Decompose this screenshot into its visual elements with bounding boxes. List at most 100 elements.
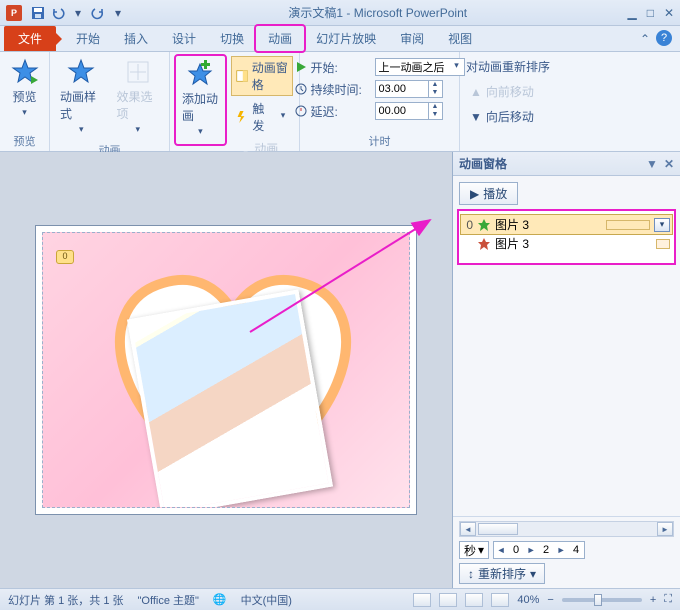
- delay-icon: [295, 105, 307, 117]
- minimize-button[interactable]: ▁: [627, 6, 636, 20]
- ribbon-tabs: 文件 开始 插入 设计 切换 动画 幻灯片放映 审阅 视图 ⌃ ?: [0, 26, 680, 52]
- animation-pane-button[interactable]: 动画窗格: [231, 56, 293, 96]
- reorder-label: 重新排序: [478, 565, 526, 582]
- stepper-val-4: 4: [568, 544, 584, 556]
- anim-item-menu-icon[interactable]: ▾: [654, 218, 670, 232]
- stepper-right-icon[interactable]: ►: [524, 545, 538, 555]
- animation-item[interactable]: 图片 3: [461, 234, 672, 253]
- effect-options-icon: [124, 58, 152, 86]
- delay-label: 延迟:: [311, 103, 371, 120]
- animation-badge[interactable]: 0: [56, 250, 74, 264]
- seconds-dropdown[interactable]: 秒 ▾: [459, 541, 489, 559]
- scroll-right-icon[interactable]: ►: [657, 522, 673, 536]
- tab-animations[interactable]: 动画: [256, 26, 304, 51]
- start-dropdown[interactable]: 上一动画之后 ▾: [375, 58, 465, 76]
- move-later-button[interactable]: ▼ 向后移动: [466, 106, 550, 127]
- play-button[interactable]: ▶ 播放: [459, 182, 518, 205]
- tab-file[interactable]: 文件: [4, 26, 56, 51]
- animation-item[interactable]: 0 图片 3 ▾: [461, 215, 672, 234]
- spin-down-icon[interactable]: ▼: [429, 111, 442, 119]
- stepper-left-icon[interactable]: ◄: [494, 545, 508, 555]
- animation-pane: 动画窗格 ▼ ✕ ▶ 播放 0 图片 3 ▾ 图片 3: [452, 152, 680, 588]
- view-slideshow-button[interactable]: [491, 593, 509, 607]
- scroll-left-icon[interactable]: ◄: [460, 522, 476, 536]
- move-earlier-label: 向前移动: [486, 83, 534, 100]
- status-zoom: 40%: [517, 594, 539, 606]
- slide[interactable]: 0: [36, 226, 416, 514]
- chevron-down-icon: ▾: [18, 107, 32, 121]
- play-icon: ▶: [470, 187, 479, 201]
- play-label: 播放: [483, 185, 507, 202]
- slide-image[interactable]: [127, 289, 333, 508]
- trigger-button[interactable]: 触发 ▾: [231, 98, 293, 136]
- spin-up-icon[interactable]: ▲: [429, 81, 442, 89]
- duration-value[interactable]: [376, 83, 428, 95]
- view-normal-button[interactable]: [413, 593, 431, 607]
- tab-design[interactable]: 设计: [160, 26, 208, 51]
- timeline-bar: [606, 220, 650, 230]
- play-icon: [295, 61, 307, 73]
- timeline-pos-stepper[interactable]: ◄ 0 ► 2 ► 4: [493, 541, 585, 559]
- timeline-bar: [656, 239, 670, 249]
- delay-value[interactable]: [376, 105, 428, 117]
- spin-down-icon[interactable]: ▼: [429, 89, 442, 97]
- qat-customize-icon[interactable]: ▾: [110, 5, 126, 21]
- animation-styles-button[interactable]: 动画样式 ▾: [56, 56, 107, 140]
- add-animation-button[interactable]: 添加动画 ▾: [178, 58, 223, 142]
- chevron-down-icon: ▾: [478, 543, 484, 557]
- animation-list: 0 图片 3 ▾ 图片 3: [459, 211, 674, 263]
- timeline-scrollbar[interactable]: ◄ ►: [459, 521, 674, 537]
- add-animation-label: 添加动画: [182, 90, 219, 124]
- redo-icon[interactable]: [90, 5, 106, 21]
- chevron-down-icon: ▾: [74, 124, 88, 138]
- zoom-in-icon[interactable]: +: [650, 594, 656, 606]
- tab-review[interactable]: 审阅: [388, 26, 436, 51]
- pane-title: 动画窗格: [459, 155, 507, 172]
- app-icon: P: [6, 5, 22, 21]
- tab-transitions[interactable]: 切换: [208, 26, 256, 51]
- undo-icon[interactable]: [50, 5, 66, 21]
- delay-input[interactable]: ▲▼: [375, 102, 443, 120]
- move-earlier-button[interactable]: ▲ 向前移动: [466, 81, 550, 102]
- chevron-down-icon: ▾: [530, 567, 536, 581]
- ribbon-minimize-icon[interactable]: ⌃: [640, 32, 650, 46]
- tab-view[interactable]: 视图: [436, 26, 484, 51]
- pane-dropdown-icon[interactable]: ▼: [646, 157, 658, 171]
- view-reading-button[interactable]: [465, 593, 483, 607]
- pane-icon: [236, 68, 248, 84]
- tab-home[interactable]: 开始: [64, 26, 112, 51]
- seconds-label: 秒: [464, 542, 476, 559]
- zoom-thumb[interactable]: [594, 594, 602, 606]
- qat-dropdown-icon[interactable]: ▾: [70, 5, 86, 21]
- star-play-icon: [11, 58, 39, 86]
- maximize-button[interactable]: □: [647, 6, 654, 20]
- star-plus-icon: [186, 60, 214, 88]
- effect-options-button[interactable]: 效果选项 ▾: [113, 56, 164, 140]
- updown-icon: ↕: [468, 567, 474, 581]
- zoom-slider[interactable]: [562, 598, 642, 602]
- ribbon: 预览 ▾ 预览 动画样式 ▾ 效果选项 ▾ 动画 添加动画: [0, 52, 680, 152]
- status-bar: 幻灯片 第 1 张，共 1 张 "Office 主题" 🌐 中文(中国) 40%…: [0, 588, 680, 610]
- fit-to-window-icon[interactable]: ⛶: [664, 593, 672, 606]
- spin-up-icon[interactable]: ▲: [429, 103, 442, 111]
- zoom-out-icon[interactable]: −: [547, 594, 553, 606]
- effect-options-label: 效果选项: [117, 88, 160, 122]
- save-icon[interactable]: [30, 5, 46, 21]
- reorder-button[interactable]: ↕ 重新排序 ▾: [459, 563, 545, 584]
- chevron-down-icon: ▾: [277, 110, 289, 124]
- start-value: 上一动画之后: [376, 59, 450, 75]
- pane-close-icon[interactable]: ✕: [664, 157, 674, 171]
- tab-insert[interactable]: 插入: [112, 26, 160, 51]
- stepper-right-icon[interactable]: ►: [554, 545, 568, 555]
- tab-slideshow[interactable]: 幻灯片放映: [304, 26, 388, 51]
- scroll-thumb[interactable]: [478, 523, 518, 535]
- preview-button[interactable]: 预览 ▾: [7, 56, 43, 123]
- close-button[interactable]: ✕: [664, 6, 674, 20]
- chevron-down-icon: ▾: [193, 126, 207, 140]
- start-label: 开始:: [311, 59, 371, 76]
- view-sorter-button[interactable]: [439, 593, 457, 607]
- duration-input[interactable]: ▲▼: [375, 80, 443, 98]
- entrance-star-icon: [477, 218, 491, 232]
- help-icon[interactable]: ?: [656, 30, 672, 46]
- animation-styles-label: 动画样式: [60, 88, 103, 122]
